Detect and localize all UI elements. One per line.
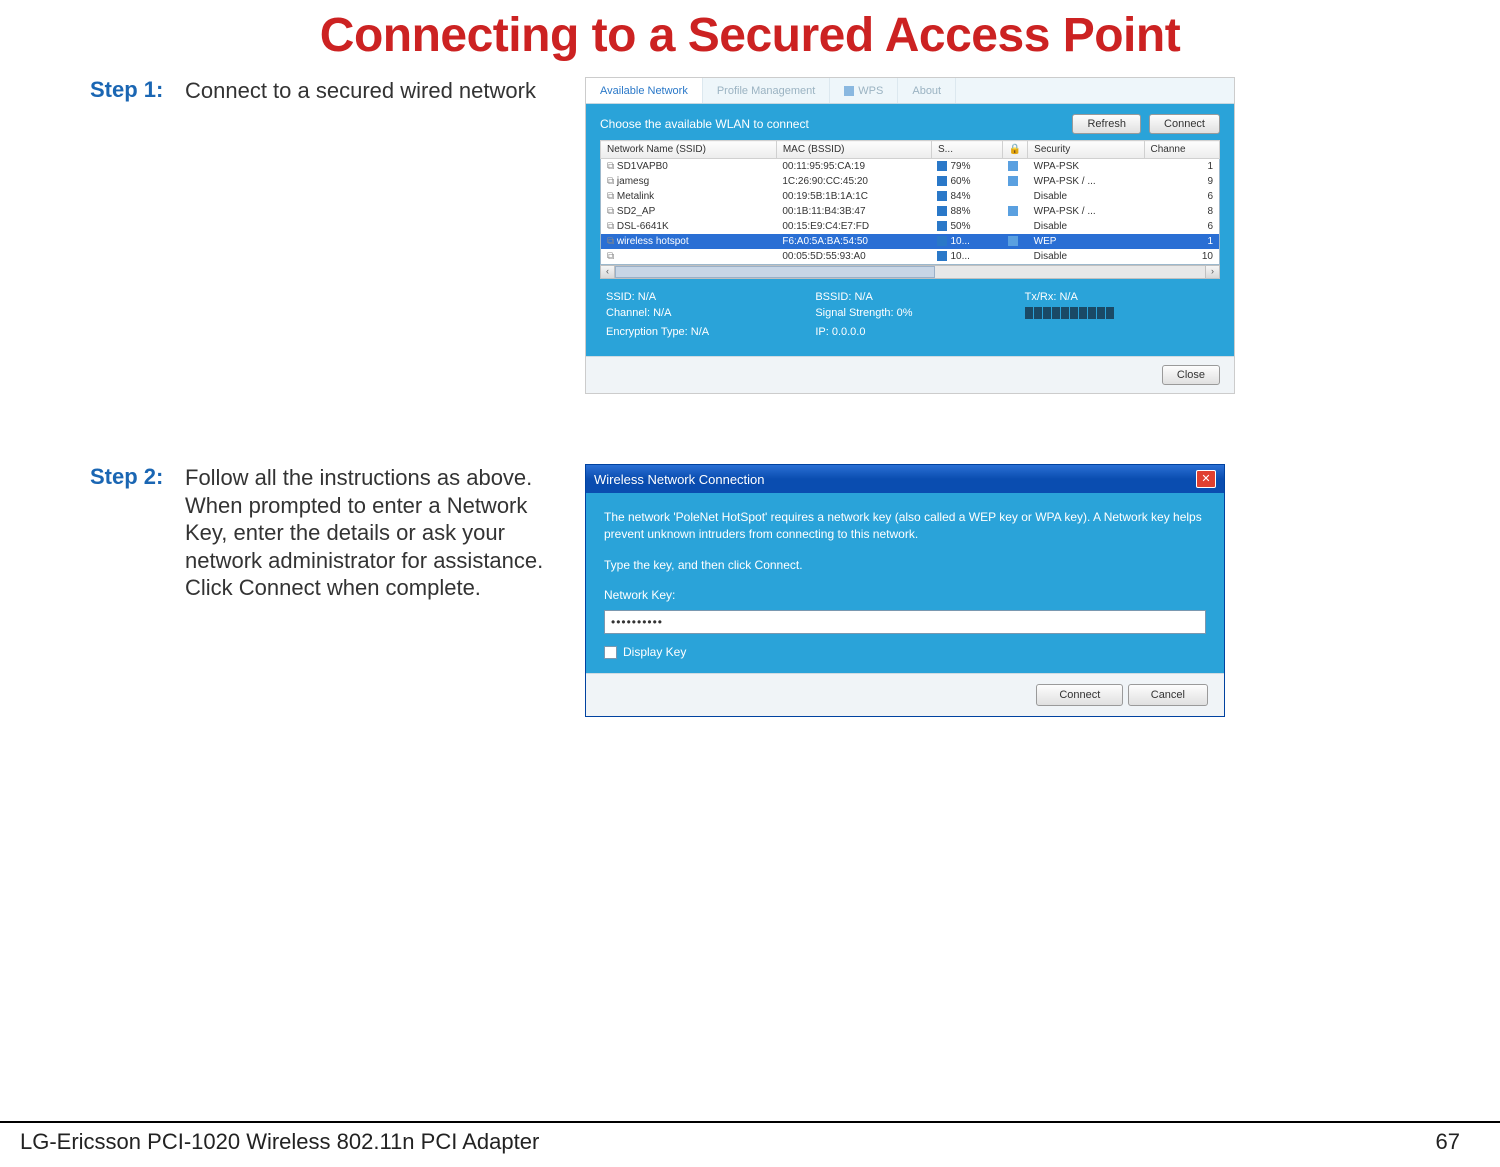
scroll-left-arrow-icon[interactable]: ‹ bbox=[601, 266, 615, 278]
refresh-button[interactable]: Refresh bbox=[1072, 114, 1141, 134]
table-horizontal-scrollbar[interactable]: ‹ › bbox=[600, 265, 1220, 279]
table-row[interactable]: ⧉ 00:05:5D:55:93:A010...Disable10 bbox=[601, 249, 1220, 265]
info-bssid: BSSID: N/A bbox=[815, 291, 1004, 303]
step-2-label: Step 2: bbox=[90, 464, 165, 490]
dialog-body-1: The network 'PoleNet HotSpot' requires a… bbox=[604, 509, 1206, 543]
col-lock[interactable]: 🔒 bbox=[1002, 141, 1027, 159]
tab-wps[interactable]: WPS bbox=[830, 78, 898, 103]
tab-available-network[interactable]: Available Network bbox=[586, 78, 703, 103]
table-row[interactable]: ⧉ jamesg1C:26:90:CC:45:2060%WPA-PSK / ..… bbox=[601, 174, 1220, 189]
step-1-label: Step 1: bbox=[90, 77, 165, 103]
wlan-choose-caption: Choose the available WLAN to connect bbox=[600, 117, 809, 131]
col-security[interactable]: Security bbox=[1028, 141, 1144, 159]
info-txrx-bars bbox=[1025, 307, 1214, 322]
table-row[interactable]: ⧉ DSL-6641K00:15:E9:C4:E7:FD50%Disable6 bbox=[601, 219, 1220, 234]
table-row[interactable]: ⧉ SD2_AP00:1B:11:B4:3B:4788%WPA-PSK / ..… bbox=[601, 204, 1220, 219]
close-icon[interactable]: ✕ bbox=[1196, 470, 1216, 488]
step-2-text: Follow all the instructions as above. Wh… bbox=[185, 464, 565, 602]
col-signal[interactable]: S... bbox=[931, 141, 1002, 159]
page-footer: LG-Ericsson PCI-1020 Wireless 802.11n PC… bbox=[0, 1121, 1500, 1155]
scroll-thumb[interactable] bbox=[615, 266, 935, 278]
step-1-row: Step 1: Connect to a secured wired netwo… bbox=[90, 77, 1460, 394]
info-signal: Signal Strength: 0% bbox=[815, 307, 1004, 322]
wps-icon bbox=[844, 86, 854, 96]
footer-product-name: LG-Ericsson PCI-1020 Wireless 802.11n PC… bbox=[20, 1129, 539, 1155]
tab-profile-management[interactable]: Profile Management bbox=[703, 78, 830, 103]
close-button[interactable]: Close bbox=[1162, 365, 1220, 385]
network-key-input[interactable] bbox=[604, 610, 1206, 634]
table-row[interactable]: ⧉ SD1VAPB000:11:95:95:CA:1979%WPA-PSK1 bbox=[601, 159, 1220, 175]
network-key-label: Network Key: bbox=[604, 587, 1206, 604]
footer-page-number: 67 bbox=[1436, 1129, 1460, 1155]
tab-about[interactable]: About bbox=[898, 78, 956, 103]
page-title: Connecting to a Secured Access Point bbox=[0, 8, 1500, 63]
info-channel: Channel: N/A bbox=[606, 307, 795, 322]
info-ssid: SSID: N/A bbox=[606, 291, 795, 303]
wlan-utility-window: Available Network Profile Management WPS… bbox=[585, 77, 1235, 394]
col-channel[interactable]: Channe bbox=[1144, 141, 1220, 159]
table-row[interactable]: ⧉ Metalink00:19:5B:1B:1A:1C84%Disable6 bbox=[601, 189, 1220, 204]
dialog-title: Wireless Network Connection bbox=[594, 472, 765, 487]
step-1-text: Connect to a secured wired network bbox=[185, 77, 565, 105]
step-2-row: Step 2: Follow all the instructions as a… bbox=[90, 464, 1460, 717]
display-key-checkbox[interactable] bbox=[604, 646, 617, 659]
table-row[interactable]: ⧉ wireless hotspotF6:A0:5A:BA:54:5010...… bbox=[601, 234, 1220, 249]
dialog-connect-button[interactable]: Connect bbox=[1036, 684, 1123, 706]
col-ssid[interactable]: Network Name (SSID) bbox=[601, 141, 777, 159]
connect-button[interactable]: Connect bbox=[1149, 114, 1220, 134]
col-mac[interactable]: MAC (BSSID) bbox=[776, 141, 931, 159]
info-txrx: Tx/Rx: N/A bbox=[1025, 291, 1214, 303]
wireless-connection-dialog: Wireless Network Connection ✕ The networ… bbox=[585, 464, 1225, 717]
display-key-label: Display Key bbox=[623, 644, 686, 661]
info-encryption: Encryption Type: N/A bbox=[606, 326, 795, 338]
scroll-right-arrow-icon[interactable]: › bbox=[1205, 266, 1219, 278]
network-table[interactable]: Network Name (SSID) MAC (BSSID) S... 🔒 S… bbox=[600, 140, 1220, 265]
dialog-cancel-button[interactable]: Cancel bbox=[1128, 684, 1208, 706]
info-ip: IP: 0.0.0.0 bbox=[815, 326, 1004, 338]
dialog-body-2: Type the key, and then click Connect. bbox=[604, 557, 1206, 574]
